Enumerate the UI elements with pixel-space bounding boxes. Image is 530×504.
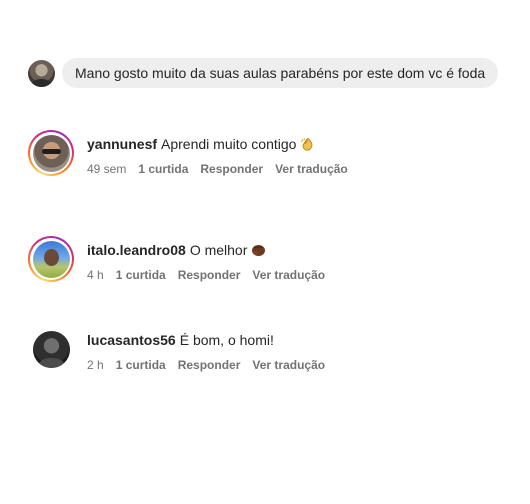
avatar [32, 134, 70, 172]
comment-likes[interactable]: 1 curtida [116, 268, 166, 282]
see-translation-button[interactable]: Ver tradução [252, 268, 325, 282]
see-translation-button[interactable]: Ver tradução [252, 358, 325, 372]
reply-bubble[interactable]: Mano gosto muito da suas aulas parabéns … [62, 58, 499, 88]
reply-text: Mano gosto muito da suas aulas parabéns … [75, 65, 486, 81]
comment-username[interactable]: italo.leandro08 [87, 242, 186, 258]
comment-item: lucasantos56 É bom, o homi! 2 h 1 curtida… [28, 326, 325, 372]
comment-line: lucasantos56 É bom, o homi! [87, 331, 325, 349]
comment-time: 2 h [87, 358, 104, 372]
comment-meta: 49 sem 1 curtida Responder Ver tradução [87, 162, 348, 176]
comment-likes[interactable]: 1 curtida [116, 358, 166, 372]
comment-item: yannunesf Aprendi muito contigo 49 sem 1 … [28, 130, 348, 176]
comment-meta: 2 h 1 curtida Responder Ver tradução [87, 358, 325, 372]
see-translation-button[interactable]: Ver tradução [275, 162, 348, 176]
comment-line: italo.leandro08 O melhor [87, 241, 325, 259]
comment-body: italo.leandro08 O melhor 4 h 1 curtida Re… [87, 236, 325, 282]
comment-body: lucasantos56 É bom, o homi! 2 h 1 curtida… [87, 326, 325, 372]
avatar [32, 330, 70, 368]
reply-button[interactable]: Responder [200, 162, 263, 176]
comment-line: yannunesf Aprendi muito contigo [87, 135, 348, 153]
comment-time: 49 sem [87, 162, 127, 176]
avatar [32, 240, 70, 278]
reply-button[interactable]: Responder [178, 358, 241, 372]
comment-time: 4 h [87, 268, 104, 282]
reply-button[interactable]: Responder [178, 268, 241, 282]
avatar-story-ring[interactable] [28, 130, 74, 176]
comment-username[interactable]: lucasantos56 [87, 332, 176, 348]
fist-icon [252, 245, 266, 256]
comment-meta: 4 h 1 curtida Responder Ver tradução [87, 268, 325, 282]
current-user-avatar[interactable] [28, 59, 55, 87]
clapping-hands-icon [301, 137, 313, 151]
comment-body: yannunesf Aprendi muito contigo 49 sem 1 … [87, 130, 348, 176]
avatar-story-ring[interactable] [28, 236, 74, 282]
comment-text: O melhor [189, 242, 248, 258]
comment-username[interactable]: yannunesf [87, 136, 157, 152]
comment-item: italo.leandro08 O melhor 4 h 1 curtida Re… [28, 236, 325, 282]
comment-text: É bom, o homi! [179, 332, 274, 348]
comment-text: Aprendi muito contigo [161, 136, 297, 152]
reply-composer: Mano gosto muito da suas aulas parabéns … [28, 58, 499, 88]
avatar-wrapper[interactable] [28, 326, 74, 372]
comment-likes[interactable]: 1 curtida [138, 162, 188, 176]
